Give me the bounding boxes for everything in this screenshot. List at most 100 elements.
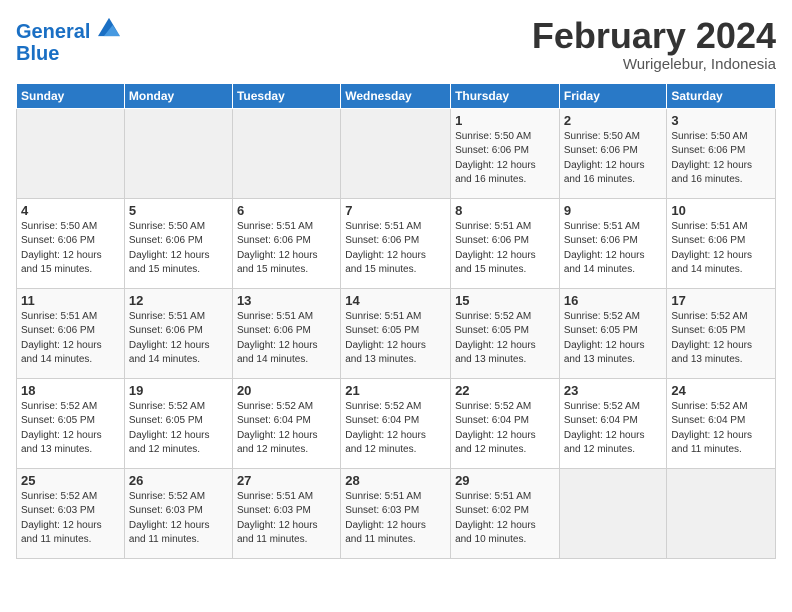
day-number: 11 bbox=[21, 293, 120, 308]
day-number: 13 bbox=[237, 293, 336, 308]
location-subtitle: Wurigelebur, Indonesia bbox=[532, 56, 776, 73]
day-detail: Sunrise: 5:51 AM Sunset: 6:06 PM Dayligh… bbox=[237, 220, 336, 278]
day-cell bbox=[17, 108, 125, 198]
calendar-header: SundayMondayTuesdayWednesdayThursdayFrid… bbox=[17, 83, 776, 108]
day-cell: 13 Sunrise: 5:51 AM Sunset: 6:06 PM Dayli… bbox=[232, 288, 340, 378]
day-detail: Sunrise: 5:52 AM Sunset: 6:05 PM Dayligh… bbox=[671, 310, 771, 368]
day-detail: Sunrise: 5:52 AM Sunset: 6:04 PM Dayligh… bbox=[455, 400, 555, 458]
day-number: 18 bbox=[21, 383, 120, 398]
header-cell-tuesday: Tuesday bbox=[232, 83, 340, 108]
day-cell bbox=[232, 108, 340, 198]
day-detail: Sunrise: 5:51 AM Sunset: 6:03 PM Dayligh… bbox=[345, 490, 446, 548]
day-cell: 12 Sunrise: 5:51 AM Sunset: 6:06 PM Dayli… bbox=[124, 288, 232, 378]
week-row-3: 11 Sunrise: 5:51 AM Sunset: 6:06 PM Dayli… bbox=[17, 288, 776, 378]
day-detail: Sunrise: 5:51 AM Sunset: 6:02 PM Dayligh… bbox=[455, 490, 555, 548]
day-cell: 8Sunrise: 5:51 AM Sunset: 6:06 PM Daylig… bbox=[451, 198, 560, 288]
day-number: 23 bbox=[564, 383, 663, 398]
day-detail: Sunrise: 5:51 AM Sunset: 6:06 PM Dayligh… bbox=[345, 220, 446, 278]
day-cell: 11 Sunrise: 5:51 AM Sunset: 6:06 PM Dayli… bbox=[17, 288, 125, 378]
day-cell: 1 Sunrise: 5:50 AM Sunset: 6:06 PM Daylig… bbox=[451, 108, 560, 198]
logo: General Blue bbox=[16, 16, 120, 65]
day-cell: 7Sunrise: 5:51 AM Sunset: 6:06 PM Daylig… bbox=[341, 198, 451, 288]
day-detail: Sunrise: 5:51 AM Sunset: 6:06 PM Dayligh… bbox=[129, 310, 228, 368]
day-detail: Sunrise: 5:52 AM Sunset: 6:04 PM Dayligh… bbox=[345, 400, 446, 458]
title-block: February 2024 Wurigelebur, Indonesia bbox=[532, 16, 776, 73]
week-row-5: 25Sunrise: 5:52 AM Sunset: 6:03 PM Dayli… bbox=[17, 468, 776, 558]
day-cell: 20 Sunrise: 5:52 AM Sunset: 6:04 PM Dayli… bbox=[232, 378, 340, 468]
day-cell bbox=[341, 108, 451, 198]
day-detail: Sunrise: 5:51 AM Sunset: 6:05 PM Dayligh… bbox=[345, 310, 446, 368]
day-cell: 3Sunrise: 5:50 AM Sunset: 6:06 PM Daylig… bbox=[667, 108, 776, 198]
day-cell: 26Sunrise: 5:52 AM Sunset: 6:03 PM Dayli… bbox=[124, 468, 232, 558]
page-header: General Blue February 2024 Wurigelebur, … bbox=[16, 16, 776, 73]
day-cell: 22Sunrise: 5:52 AM Sunset: 6:04 PM Dayli… bbox=[451, 378, 560, 468]
header-cell-saturday: Saturday bbox=[667, 83, 776, 108]
header-cell-sunday: Sunday bbox=[17, 83, 125, 108]
day-cell: 27 Sunrise: 5:51 AM Sunset: 6:03 PM Dayli… bbox=[232, 468, 340, 558]
calendar-body: 1 Sunrise: 5:50 AM Sunset: 6:06 PM Daylig… bbox=[17, 108, 776, 558]
day-cell: 10 Sunrise: 5:51 AM Sunset: 6:06 PM Dayli… bbox=[667, 198, 776, 288]
day-detail: Sunrise: 5:51 AM Sunset: 6:06 PM Dayligh… bbox=[671, 220, 771, 278]
month-title: February 2024 bbox=[532, 16, 776, 56]
header-cell-thursday: Thursday bbox=[451, 83, 560, 108]
day-cell: 23Sunrise: 5:52 AM Sunset: 6:04 PM Dayli… bbox=[559, 378, 667, 468]
day-detail: Sunrise: 5:51 AM Sunset: 6:06 PM Dayligh… bbox=[21, 310, 120, 368]
day-detail: Sunrise: 5:52 AM Sunset: 6:05 PM Dayligh… bbox=[564, 310, 663, 368]
day-detail: Sunrise: 5:52 AM Sunset: 6:04 PM Dayligh… bbox=[671, 400, 771, 458]
logo-blue-text: Blue bbox=[16, 43, 120, 65]
day-detail: Sunrise: 5:50 AM Sunset: 6:06 PM Dayligh… bbox=[129, 220, 228, 278]
day-number: 6 bbox=[237, 203, 336, 218]
day-cell: 5 Sunrise: 5:50 AM Sunset: 6:06 PM Daylig… bbox=[124, 198, 232, 288]
day-cell: 9Sunrise: 5:51 AM Sunset: 6:06 PM Daylig… bbox=[559, 198, 667, 288]
day-cell bbox=[667, 468, 776, 558]
day-number: 29 bbox=[455, 473, 555, 488]
day-detail: Sunrise: 5:50 AM Sunset: 6:06 PM Dayligh… bbox=[21, 220, 120, 278]
day-cell: 6 Sunrise: 5:51 AM Sunset: 6:06 PM Daylig… bbox=[232, 198, 340, 288]
day-number: 24 bbox=[671, 383, 771, 398]
week-row-1: 1 Sunrise: 5:50 AM Sunset: 6:06 PM Daylig… bbox=[17, 108, 776, 198]
day-number: 10 bbox=[671, 203, 771, 218]
day-detail: Sunrise: 5:51 AM Sunset: 6:03 PM Dayligh… bbox=[237, 490, 336, 548]
week-row-4: 18 Sunrise: 5:52 AM Sunset: 6:05 PM Dayli… bbox=[17, 378, 776, 468]
day-detail: Sunrise: 5:52 AM Sunset: 6:03 PM Dayligh… bbox=[21, 490, 120, 548]
day-cell bbox=[559, 468, 667, 558]
week-row-2: 4 Sunrise: 5:50 AM Sunset: 6:06 PM Daylig… bbox=[17, 198, 776, 288]
day-cell bbox=[124, 108, 232, 198]
day-number: 21 bbox=[345, 383, 446, 398]
day-number: 5 bbox=[129, 203, 228, 218]
day-cell: 15Sunrise: 5:52 AM Sunset: 6:05 PM Dayli… bbox=[451, 288, 560, 378]
day-number: 27 bbox=[237, 473, 336, 488]
day-cell: 14 Sunrise: 5:51 AM Sunset: 6:05 PM Dayli… bbox=[341, 288, 451, 378]
day-number: 14 bbox=[345, 293, 446, 308]
day-number: 26 bbox=[129, 473, 228, 488]
day-cell: 4 Sunrise: 5:50 AM Sunset: 6:06 PM Daylig… bbox=[17, 198, 125, 288]
day-cell: 16 Sunrise: 5:52 AM Sunset: 6:05 PM Dayli… bbox=[559, 288, 667, 378]
header-row: SundayMondayTuesdayWednesdayThursdayFrid… bbox=[17, 83, 776, 108]
day-number: 20 bbox=[237, 383, 336, 398]
day-cell: 2 Sunrise: 5:50 AM Sunset: 6:06 PM Daylig… bbox=[559, 108, 667, 198]
day-detail: Sunrise: 5:52 AM Sunset: 6:05 PM Dayligh… bbox=[21, 400, 120, 458]
day-cell: 19 Sunrise: 5:52 AM Sunset: 6:05 PM Dayli… bbox=[124, 378, 232, 468]
day-detail: Sunrise: 5:52 AM Sunset: 6:04 PM Dayligh… bbox=[237, 400, 336, 458]
day-number: 28 bbox=[345, 473, 446, 488]
day-number: 4 bbox=[21, 203, 120, 218]
day-detail: Sunrise: 5:50 AM Sunset: 6:06 PM Dayligh… bbox=[564, 130, 663, 188]
day-detail: Sunrise: 5:50 AM Sunset: 6:06 PM Dayligh… bbox=[671, 130, 771, 188]
header-cell-wednesday: Wednesday bbox=[341, 83, 451, 108]
day-number: 12 bbox=[129, 293, 228, 308]
day-number: 9 bbox=[564, 203, 663, 218]
day-detail: Sunrise: 5:50 AM Sunset: 6:06 PM Dayligh… bbox=[455, 130, 555, 188]
day-number: 17 bbox=[671, 293, 771, 308]
day-detail: Sunrise: 5:51 AM Sunset: 6:06 PM Dayligh… bbox=[455, 220, 555, 278]
day-cell: 17 Sunrise: 5:52 AM Sunset: 6:05 PM Dayli… bbox=[667, 288, 776, 378]
day-detail: Sunrise: 5:52 AM Sunset: 6:05 PM Dayligh… bbox=[129, 400, 228, 458]
day-number: 1 bbox=[455, 113, 555, 128]
calendar-table: SundayMondayTuesdayWednesdayThursdayFrid… bbox=[16, 83, 776, 559]
day-number: 2 bbox=[564, 113, 663, 128]
day-number: 16 bbox=[564, 293, 663, 308]
day-detail: Sunrise: 5:51 AM Sunset: 6:06 PM Dayligh… bbox=[237, 310, 336, 368]
logo-icon bbox=[98, 16, 120, 38]
day-cell: 24 Sunrise: 5:52 AM Sunset: 6:04 PM Dayli… bbox=[667, 378, 776, 468]
day-number: 15 bbox=[455, 293, 555, 308]
day-number: 19 bbox=[129, 383, 228, 398]
